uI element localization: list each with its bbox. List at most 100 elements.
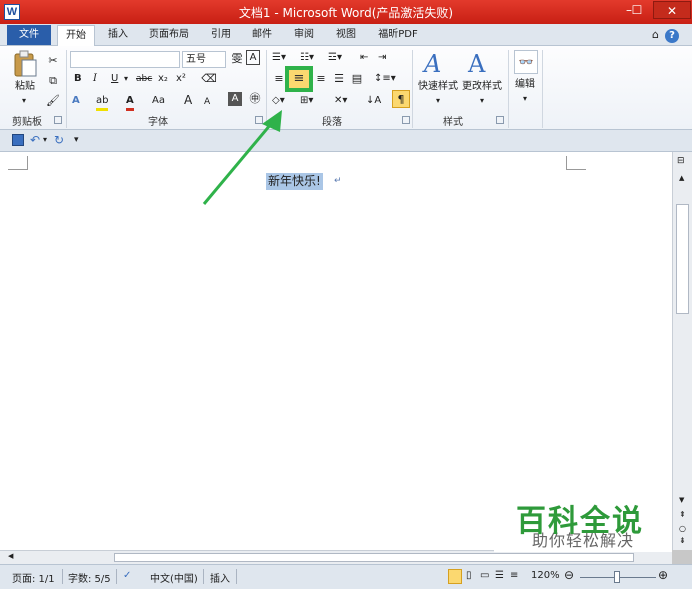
word-count[interactable]: 字数: 5/5 xyxy=(68,570,111,585)
quick-styles-dropdown-icon[interactable]: ▾ xyxy=(436,94,440,108)
zoom-slider-thumb[interactable] xyxy=(614,571,620,583)
insert-mode-indicator[interactable]: 插入 xyxy=(210,570,230,585)
borders-icon[interactable]: ⊞▾ xyxy=(300,94,313,108)
print-layout-view-icon[interactable] xyxy=(448,569,462,584)
save-icon[interactable] xyxy=(12,134,24,146)
bold-icon[interactable]: B xyxy=(74,72,82,86)
change-styles-dropdown-icon[interactable]: ▾ xyxy=(480,94,484,108)
align-center-button[interactable]: ≡ xyxy=(285,66,313,92)
full-screen-reading-icon[interactable]: ▯ xyxy=(466,570,472,581)
zoom-level[interactable]: 120% xyxy=(531,570,560,581)
tab-mailings[interactable]: 邮件 xyxy=(246,25,278,46)
previous-page-icon[interactable]: ⇞ xyxy=(679,510,686,519)
font-group-label: 字体 xyxy=(148,117,168,128)
font-color-icon[interactable]: A xyxy=(126,94,134,111)
clipboard-launcher-icon[interactable] xyxy=(54,116,62,124)
styles-launcher-icon[interactable] xyxy=(496,116,504,124)
cut-icon[interactable]: ✂ xyxy=(44,52,62,70)
close-button[interactable]: ✕ xyxy=(653,1,691,19)
vertical-scroll-thumb[interactable] xyxy=(676,204,689,314)
tab-view[interactable]: 视图 xyxy=(330,25,362,46)
bullets-icon[interactable]: ☰▾ xyxy=(272,51,286,65)
annotation-arrow-icon xyxy=(202,110,282,205)
format-painter-icon[interactable]: 🖌 xyxy=(44,92,62,110)
paste-dropdown-icon[interactable]: ▾ xyxy=(22,94,26,108)
change-styles-icon[interactable]: A xyxy=(468,50,485,78)
multilevel-list-icon[interactable]: ☲▾ xyxy=(328,51,342,65)
tab-insert[interactable]: 插入 xyxy=(101,25,135,46)
character-border-icon[interactable]: A xyxy=(246,50,260,65)
zoom-out-icon[interactable]: ⊖ xyxy=(564,568,574,582)
undo-icon[interactable]: ↶ xyxy=(30,133,40,147)
editing-dropdown-icon[interactable]: ▾ xyxy=(523,92,527,106)
line-spacing-icon[interactable]: ↕≡▾ xyxy=(374,72,396,86)
editing-button[interactable]: 编辑 xyxy=(515,78,535,92)
tab-page-layout[interactable]: 页面布局 xyxy=(142,25,196,46)
sort-icon[interactable]: ↓A xyxy=(366,94,381,108)
customize-qat-icon[interactable]: ▾ xyxy=(74,133,79,147)
title-bar: W 文档1 - Microsoft Word(产品激活失败) – ☐ ✕ xyxy=(0,0,692,24)
watermark-title: 百科全说 xyxy=(516,504,644,539)
change-case-icon[interactable]: Aa xyxy=(152,94,165,108)
tab-references[interactable]: 引用 xyxy=(205,25,237,46)
undo-dropdown-icon[interactable]: ▾ xyxy=(43,133,47,147)
redo-icon[interactable]: ↻ xyxy=(54,133,64,147)
superscript-icon[interactable]: x² xyxy=(176,72,186,86)
page-count[interactable]: 页面: 1/1 xyxy=(12,570,55,585)
font-name-combo[interactable] xyxy=(70,51,180,68)
proofing-icon[interactable]: ✓ xyxy=(123,570,131,581)
tab-review[interactable]: 审阅 xyxy=(288,25,320,46)
file-tab[interactable]: 文件 xyxy=(7,25,51,45)
horizontal-scroll-thumb[interactable] xyxy=(114,553,634,562)
document-page[interactable] xyxy=(0,152,672,550)
quick-styles-icon[interactable]: A xyxy=(424,50,441,78)
paragraph-launcher-icon[interactable] xyxy=(402,116,410,124)
binoculars-icon[interactable]: 👓 xyxy=(514,50,538,74)
align-right-icon[interactable]: ≡ xyxy=(312,70,330,88)
quick-access-toolbar: ↶ ▾ ↻ ▾ xyxy=(0,130,692,152)
web-layout-icon[interactable]: ▭ xyxy=(480,570,489,581)
clear-formatting-icon[interactable]: ⌫ xyxy=(200,70,218,88)
styles-group-label: 样式 xyxy=(443,117,463,128)
italic-icon[interactable]: I xyxy=(93,72,97,86)
underline-icon[interactable]: U xyxy=(111,72,118,86)
chinese-layout-icon[interactable]: ✕▾ xyxy=(334,94,347,108)
zoom-in-icon[interactable]: ⊕ xyxy=(658,568,668,582)
phonetic-guide-icon[interactable]: 雯 xyxy=(228,50,246,68)
character-shading-icon[interactable]: A xyxy=(228,92,242,106)
tab-foxit-pdf[interactable]: 福昕PDF xyxy=(372,25,424,46)
scroll-left-icon[interactable]: ◀ xyxy=(8,552,13,560)
horizontal-scrollbar[interactable]: ◀ xyxy=(0,550,672,564)
help-icon[interactable]: ? xyxy=(664,29,679,43)
ribbon-collapse-icon[interactable]: ⌂ xyxy=(652,28,659,41)
vertical-scrollbar[interactable]: ⊟ ▲ ▼ ⇞ ○ ⇟ xyxy=(672,152,692,550)
ruler-toggle-icon[interactable]: ⊟ xyxy=(677,156,685,166)
change-styles-button[interactable]: 更改样式 xyxy=(462,80,502,94)
increase-indent-icon[interactable]: ⇥ xyxy=(378,51,386,65)
copy-icon[interactable]: ⧉ xyxy=(44,72,62,90)
justify-icon[interactable]: ☰ xyxy=(330,70,348,88)
paste-button[interactable]: 粘贴 xyxy=(15,80,35,94)
numbering-icon[interactable]: ☷▾ xyxy=(300,51,314,65)
text-effects-icon[interactable]: A xyxy=(72,94,80,108)
grow-font-icon[interactable]: A xyxy=(184,93,192,107)
show-marks-icon[interactable]: ¶ xyxy=(392,90,410,108)
paste-icon[interactable] xyxy=(12,50,38,80)
language-indicator[interactable]: 中文(中国) xyxy=(150,570,198,585)
next-page-icon[interactable]: ⇟ xyxy=(679,536,686,545)
select-browse-object-icon[interactable]: ○ xyxy=(679,524,686,533)
highlight-color-icon[interactable]: ab xyxy=(96,94,109,111)
underline-dropdown-icon[interactable]: ▾ xyxy=(124,72,128,86)
subscript-icon[interactable]: x₂ xyxy=(158,72,168,86)
scroll-down-icon[interactable]: ▼ xyxy=(679,496,684,504)
decrease-indent-icon[interactable]: ⇤ xyxy=(360,51,368,65)
draft-view-icon[interactable]: ≡ xyxy=(510,570,518,581)
scroll-up-icon[interactable]: ▲ xyxy=(679,174,684,182)
quick-styles-button[interactable]: 快速样式 xyxy=(418,80,458,94)
maximize-button[interactable]: ☐ xyxy=(624,1,650,19)
tab-home[interactable]: 开始 xyxy=(57,25,95,46)
font-size-combo[interactable]: 五号 xyxy=(182,51,226,68)
outline-view-icon[interactable]: ☰ xyxy=(495,570,504,581)
strikethrough-icon[interactable]: abc xyxy=(136,72,152,86)
distributed-icon[interactable]: ▤ xyxy=(348,70,366,88)
